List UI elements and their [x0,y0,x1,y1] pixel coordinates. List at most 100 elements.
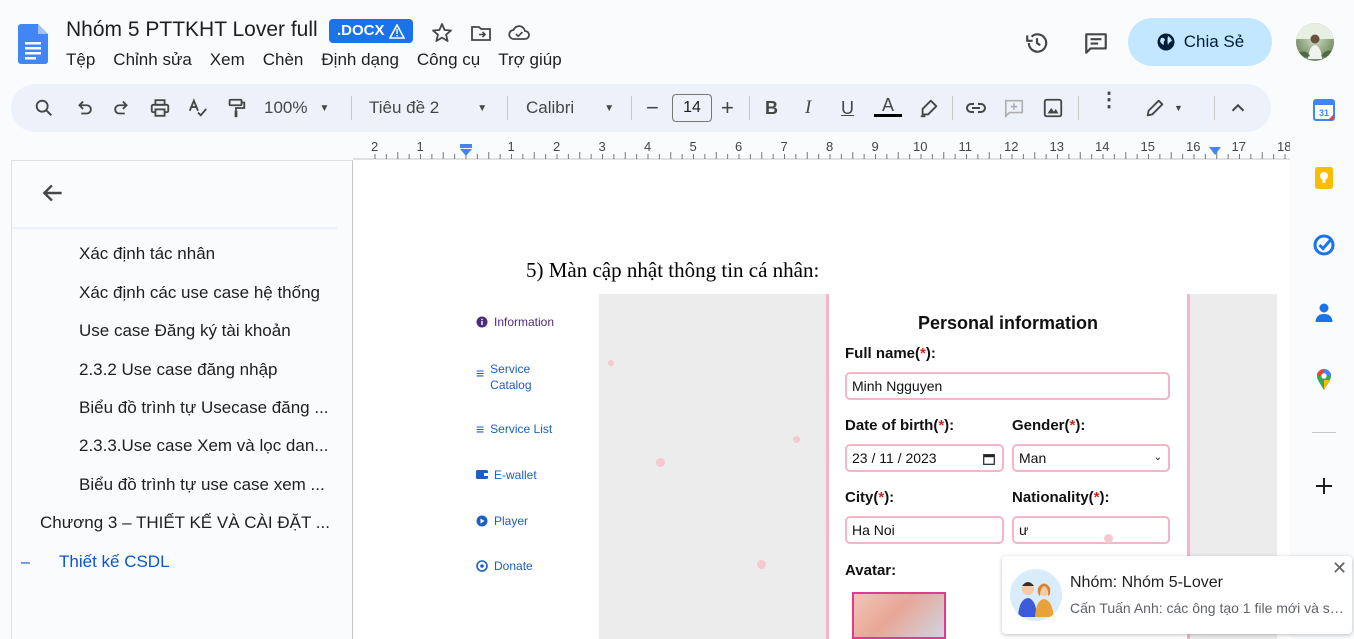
keep-app-icon[interactable] [1312,166,1336,190]
gender-label: Gender(*): [1012,417,1086,434]
menu-edit[interactable]: Chỉnh sửa [113,50,191,70]
outline-item[interactable]: 2.3.2 Use case đăng nhập [79,360,329,380]
account-avatar[interactable] [1296,23,1334,61]
spellcheck-icon[interactable] [187,96,209,120]
outline-item[interactable]: Xác định tác nhân [79,244,329,264]
menu-view[interactable]: Xem [210,50,245,70]
tasks-app-icon[interactable] [1312,233,1336,257]
embedded-nav-label: Service List [490,422,553,436]
maps-app-icon[interactable] [1312,367,1336,391]
collapse-menus-icon[interactable] [1227,96,1249,120]
menu-tools[interactable]: Công cụ [417,50,480,70]
toolbar-divider [1078,96,1079,120]
outline-item[interactable]: Xác định các use case hệ thống [79,283,329,303]
contacts-app-icon[interactable] [1312,300,1336,324]
more-options-icon[interactable]: ⋮ [1099,90,1119,120]
section-heading[interactable]: 5) Màn cập nhật thông tin cá nhân: [526,258,819,283]
style-value: Tiêu đề 2 [369,98,440,117]
close-icon[interactable]: ✕ [1332,559,1348,577]
ruler-number: 11 [958,139,973,154]
highlight-color-icon[interactable] [918,96,940,120]
ruler-number: 10 [913,139,928,154]
toolbar-divider [952,96,953,120]
docs-logo-icon[interactable] [18,24,48,64]
add-addon-icon[interactable] [1312,474,1336,498]
outline-item[interactable]: Use case Đăng ký tài khoản [79,321,329,341]
undo-icon[interactable] [73,96,95,120]
move-folder-icon[interactable] [469,21,493,45]
zoom-value: 100% [264,98,308,117]
outline-item[interactable]: 2.3.3.Use case Xem và lọc dan... [79,436,329,456]
user-photo-icon [1296,23,1334,61]
share-button[interactable]: Chia Sẻ [1128,18,1272,66]
menu-bar: Tệp Chỉnh sửa Xem Chèn Định dạng Công cụ… [66,50,580,70]
menu-lines-icon: ≡ [476,365,485,381]
redo-icon[interactable] [111,96,133,120]
side-panel-divider [1312,432,1336,433]
dropdown-arrow-icon: ▼ [1174,103,1183,113]
format-badge-label: .DOCX [337,22,385,39]
format-badge[interactable]: .DOCX [329,19,413,43]
toolbar-divider [1214,96,1215,120]
embedded-nav-information: Information [476,315,554,329]
outline-item[interactable]: Biểu đồ trình tự Usecase đăng ... [79,398,329,418]
decorative-petal [608,360,614,366]
avatar-label: Avatar: [845,562,897,579]
chevron-down-icon: ⌄ [1153,452,1162,463]
left-indent-marker-icon[interactable] [459,144,473,158]
toolbar-divider [631,96,632,120]
menu-help[interactable]: Trợ giúp [498,50,561,70]
outline-chapter[interactable]: Chương 3 – THIẾT KẾ VÀ CÀI ĐẶT ... [40,513,332,533]
gender-value: Man [1019,450,1047,466]
group-people-icon [1018,582,1054,617]
city-field: Ha Noi [845,516,1004,544]
ruler-number: 7 [780,139,788,154]
full-name-field: Minh Ngguyen [845,372,1170,400]
outline-active-marker: – [21,552,31,571]
right-indent-marker-icon[interactable] [1208,147,1222,157]
underline-icon[interactable]: U [841,96,854,120]
insert-image-icon[interactable] [1042,96,1064,120]
text-color-icon[interactable]: A [874,96,902,120]
italic-icon[interactable]: I [805,96,811,120]
avatar-image [852,592,946,639]
decrease-font-size-icon[interactable]: − [646,95,659,120]
insert-link-icon[interactable] [964,96,988,120]
share-label: Chia Sẻ [1183,32,1245,51]
dropdown-arrow-icon: ▼ [604,102,615,114]
menu-file[interactable]: Tệp [66,50,95,70]
embedded-nav-player: Player [476,514,528,528]
increase-font-size-icon[interactable]: + [721,95,734,120]
add-comment-icon[interactable] [1003,96,1025,120]
cloud-saved-icon[interactable] [507,21,531,45]
paint-format-icon[interactable] [225,96,247,120]
zoom-select[interactable]: 100% ▼ [264,96,329,120]
editing-mode-select[interactable]: ▼ [1144,96,1183,120]
comments-icon[interactable] [1083,30,1109,56]
back-arrow-icon[interactable] [40,180,66,206]
embedded-nav-label: Service [490,362,531,376]
version-history-icon[interactable] [1024,30,1050,56]
font-select[interactable]: Calibri ▼ [526,96,614,120]
star-icon[interactable] [430,21,454,45]
pencil-icon [1146,99,1164,117]
ruler[interactable]: 2 1 1 2 3 4 5 6 7 8 9 10 11 12 13 14 15 16 17 18 [353,138,1291,160]
embedded-nav-service-list: ≡ Service List [476,422,552,436]
ruler-number: 16 [1186,139,1201,154]
print-icon[interactable] [149,96,171,120]
calendar-app-icon[interactable]: 31 [1312,98,1336,122]
ruler-number: 2 [371,139,379,154]
donate-icon [476,560,488,572]
style-select[interactable]: Tiêu đề 2 ▼ [369,96,487,120]
outline-item-active[interactable]: Thiết kế CSDL [59,552,170,572]
embedded-nav-label: Information [494,315,555,329]
menu-insert[interactable]: Chèn [263,50,304,70]
font-size-input[interactable]: 14 [672,94,712,122]
menu-format[interactable]: Định dạng [321,50,399,70]
search-menus-icon[interactable] [33,96,55,120]
ruler-number: 9 [871,139,879,154]
bold-icon[interactable]: B [765,96,778,120]
document-title[interactable]: Nhóm 5 PTTKHT Lover full [66,18,318,42]
outline-item[interactable]: Biểu đồ trình tự use case xem ... [79,475,329,495]
ruler-number: 14 [1095,139,1110,154]
